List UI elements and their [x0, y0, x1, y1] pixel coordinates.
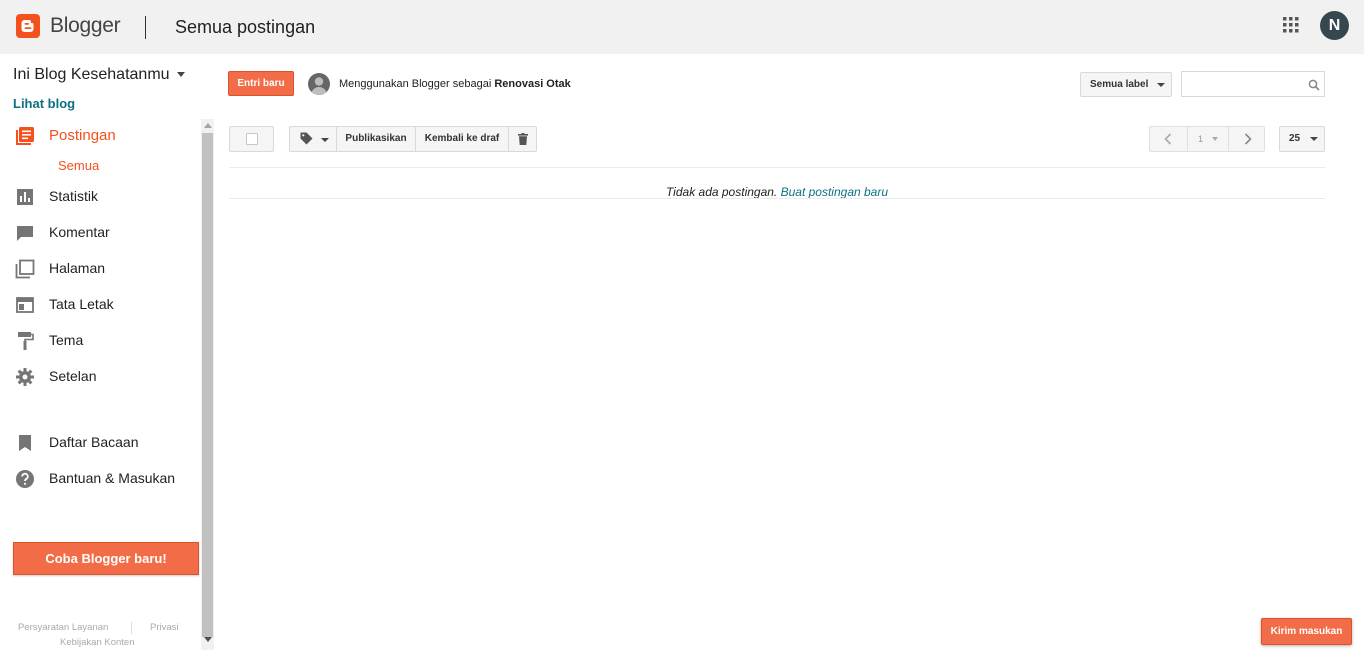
label-filter-dropdown[interactable]: Semua label	[1080, 72, 1172, 97]
chevron-down-icon	[1212, 137, 1218, 141]
sidebar-item-label: Daftar Bacaan	[49, 434, 139, 450]
search-input[interactable]	[1182, 72, 1302, 96]
sidebar-scrollbar[interactable]	[201, 119, 214, 650]
list-divider-bottom	[229, 198, 1325, 199]
bookmark-icon	[19, 435, 31, 451]
blogger-logo-icon[interactable]	[16, 14, 40, 38]
page-title: Semua postingan	[175, 17, 316, 37]
chevron-left-icon	[1164, 133, 1172, 145]
sidebar-item-settings[interactable]: Setelan	[13, 365, 198, 389]
sidebar-item-layout[interactable]: Tata Letak	[13, 293, 198, 317]
search-icon[interactable]	[1308, 79, 1320, 91]
search-box[interactable]	[1181, 71, 1325, 97]
stats-icon	[17, 189, 33, 205]
revert-to-draft-button[interactable]: Kembali ke draf	[415, 126, 509, 152]
chevron-down-icon	[176, 72, 185, 78]
previous-page-button[interactable]	[1150, 127, 1188, 151]
content-policy-link[interactable]: Kebijakan Konten	[60, 637, 134, 648]
sidebar-item-help[interactable]: Bantuan & Masukan	[13, 467, 198, 491]
apps-grid-icon[interactable]	[1283, 17, 1299, 33]
trash-icon	[518, 133, 528, 145]
user-name: Renovasi Otak	[494, 78, 571, 90]
sidebar-item-label: Halaman	[49, 260, 106, 276]
view-blog-link[interactable]: Lihat blog	[13, 96, 75, 111]
sidebar-item-label: Tata Letak	[49, 296, 114, 312]
sidebar-item-theme[interactable]: Tema	[13, 329, 198, 353]
blog-name: Ini Blog Kesehatanmu	[13, 66, 170, 83]
posts-icon	[16, 127, 34, 145]
account-avatar[interactable]: N	[1320, 11, 1349, 40]
sidebar-item-label: Bantuan & Masukan	[49, 470, 176, 486]
sidebar-item-label: Setelan	[49, 368, 97, 384]
current-user-info: Menggunakan Blogger sebagai Renovasi Ota…	[339, 78, 571, 90]
label-tag-button[interactable]	[289, 126, 337, 152]
tag-icon	[300, 132, 313, 145]
sidebar-item-comments[interactable]: Komentar	[13, 221, 198, 245]
select-all-checkbox[interactable]	[246, 133, 258, 145]
list-divider-top	[229, 167, 1325, 168]
sidebar-item-posts[interactable]: Postingan	[13, 124, 198, 148]
user-avatar	[308, 73, 330, 95]
layout-icon	[16, 297, 34, 313]
per-page-value: 25	[1289, 133, 1301, 144]
new-post-button[interactable]: Entri baru	[228, 71, 294, 96]
current-page: 1	[1198, 134, 1204, 144]
sidebar-item-label: Komentar	[49, 224, 110, 240]
next-page-button[interactable]	[1228, 127, 1264, 151]
sidebar-item-label: Tema	[49, 332, 84, 348]
label-filter-value: Semua label	[1090, 79, 1149, 90]
chevron-down-icon	[1157, 83, 1165, 87]
blog-selector[interactable]: Ini Blog Kesehatanmu	[13, 66, 185, 84]
theme-paint-roller-icon	[18, 332, 34, 350]
scrollbar-thumb[interactable]	[202, 133, 213, 637]
help-icon	[16, 470, 34, 488]
sidebar-item-label: Postingan	[49, 127, 116, 144]
select-all-checkbox-button[interactable]	[229, 126, 274, 152]
top-bar: Blogger Semua postingan N	[0, 0, 1364, 54]
posts-per-page-dropdown[interactable]: 25	[1279, 126, 1325, 152]
footer-divider	[131, 622, 132, 634]
scroll-down-arrow-icon[interactable]	[204, 637, 212, 642]
send-feedback-button[interactable]: Kirim masukan	[1261, 618, 1352, 645]
scroll-up-arrow-icon[interactable]	[204, 123, 212, 128]
sidebar-subitem-all[interactable]: Semua	[58, 158, 99, 173]
try-new-blogger-button[interactable]: Coba Blogger baru!	[13, 542, 199, 575]
terms-link[interactable]: Persyaratan Layanan	[18, 622, 108, 633]
empty-state-message: Tidak ada postingan. Buat postingan baru	[229, 185, 1325, 199]
pages-icon	[15, 259, 35, 279]
chevron-down-icon	[321, 138, 329, 142]
header-divider	[145, 16, 146, 39]
sidebar-item-reading-list[interactable]: Daftar Bacaan	[13, 431, 198, 455]
empty-text: Tidak ada postingan.	[665, 185, 778, 199]
create-post-link[interactable]: Buat postingan baru	[781, 185, 888, 199]
sidebar-item-pages[interactable]: Halaman	[13, 257, 198, 281]
comment-icon	[17, 226, 33, 241]
pagination: 1	[1149, 126, 1265, 152]
sidebar-item-label: Statistik	[49, 188, 99, 204]
settings-gear-icon	[16, 368, 34, 386]
user-prefix: Menggunakan Blogger sebagai	[339, 78, 492, 90]
user-silhouette-icon	[311, 77, 327, 95]
sidebar-item-stats[interactable]: Statistik	[13, 185, 198, 209]
app-name[interactable]: Blogger	[50, 14, 121, 38]
chevron-right-icon	[1244, 133, 1252, 145]
page-select[interactable]: 1	[1188, 127, 1228, 151]
chevron-down-icon	[1310, 137, 1318, 141]
privacy-link[interactable]: Privasi	[150, 622, 179, 633]
publish-button[interactable]: Publikasikan	[336, 126, 416, 152]
delete-button[interactable]	[508, 126, 537, 152]
